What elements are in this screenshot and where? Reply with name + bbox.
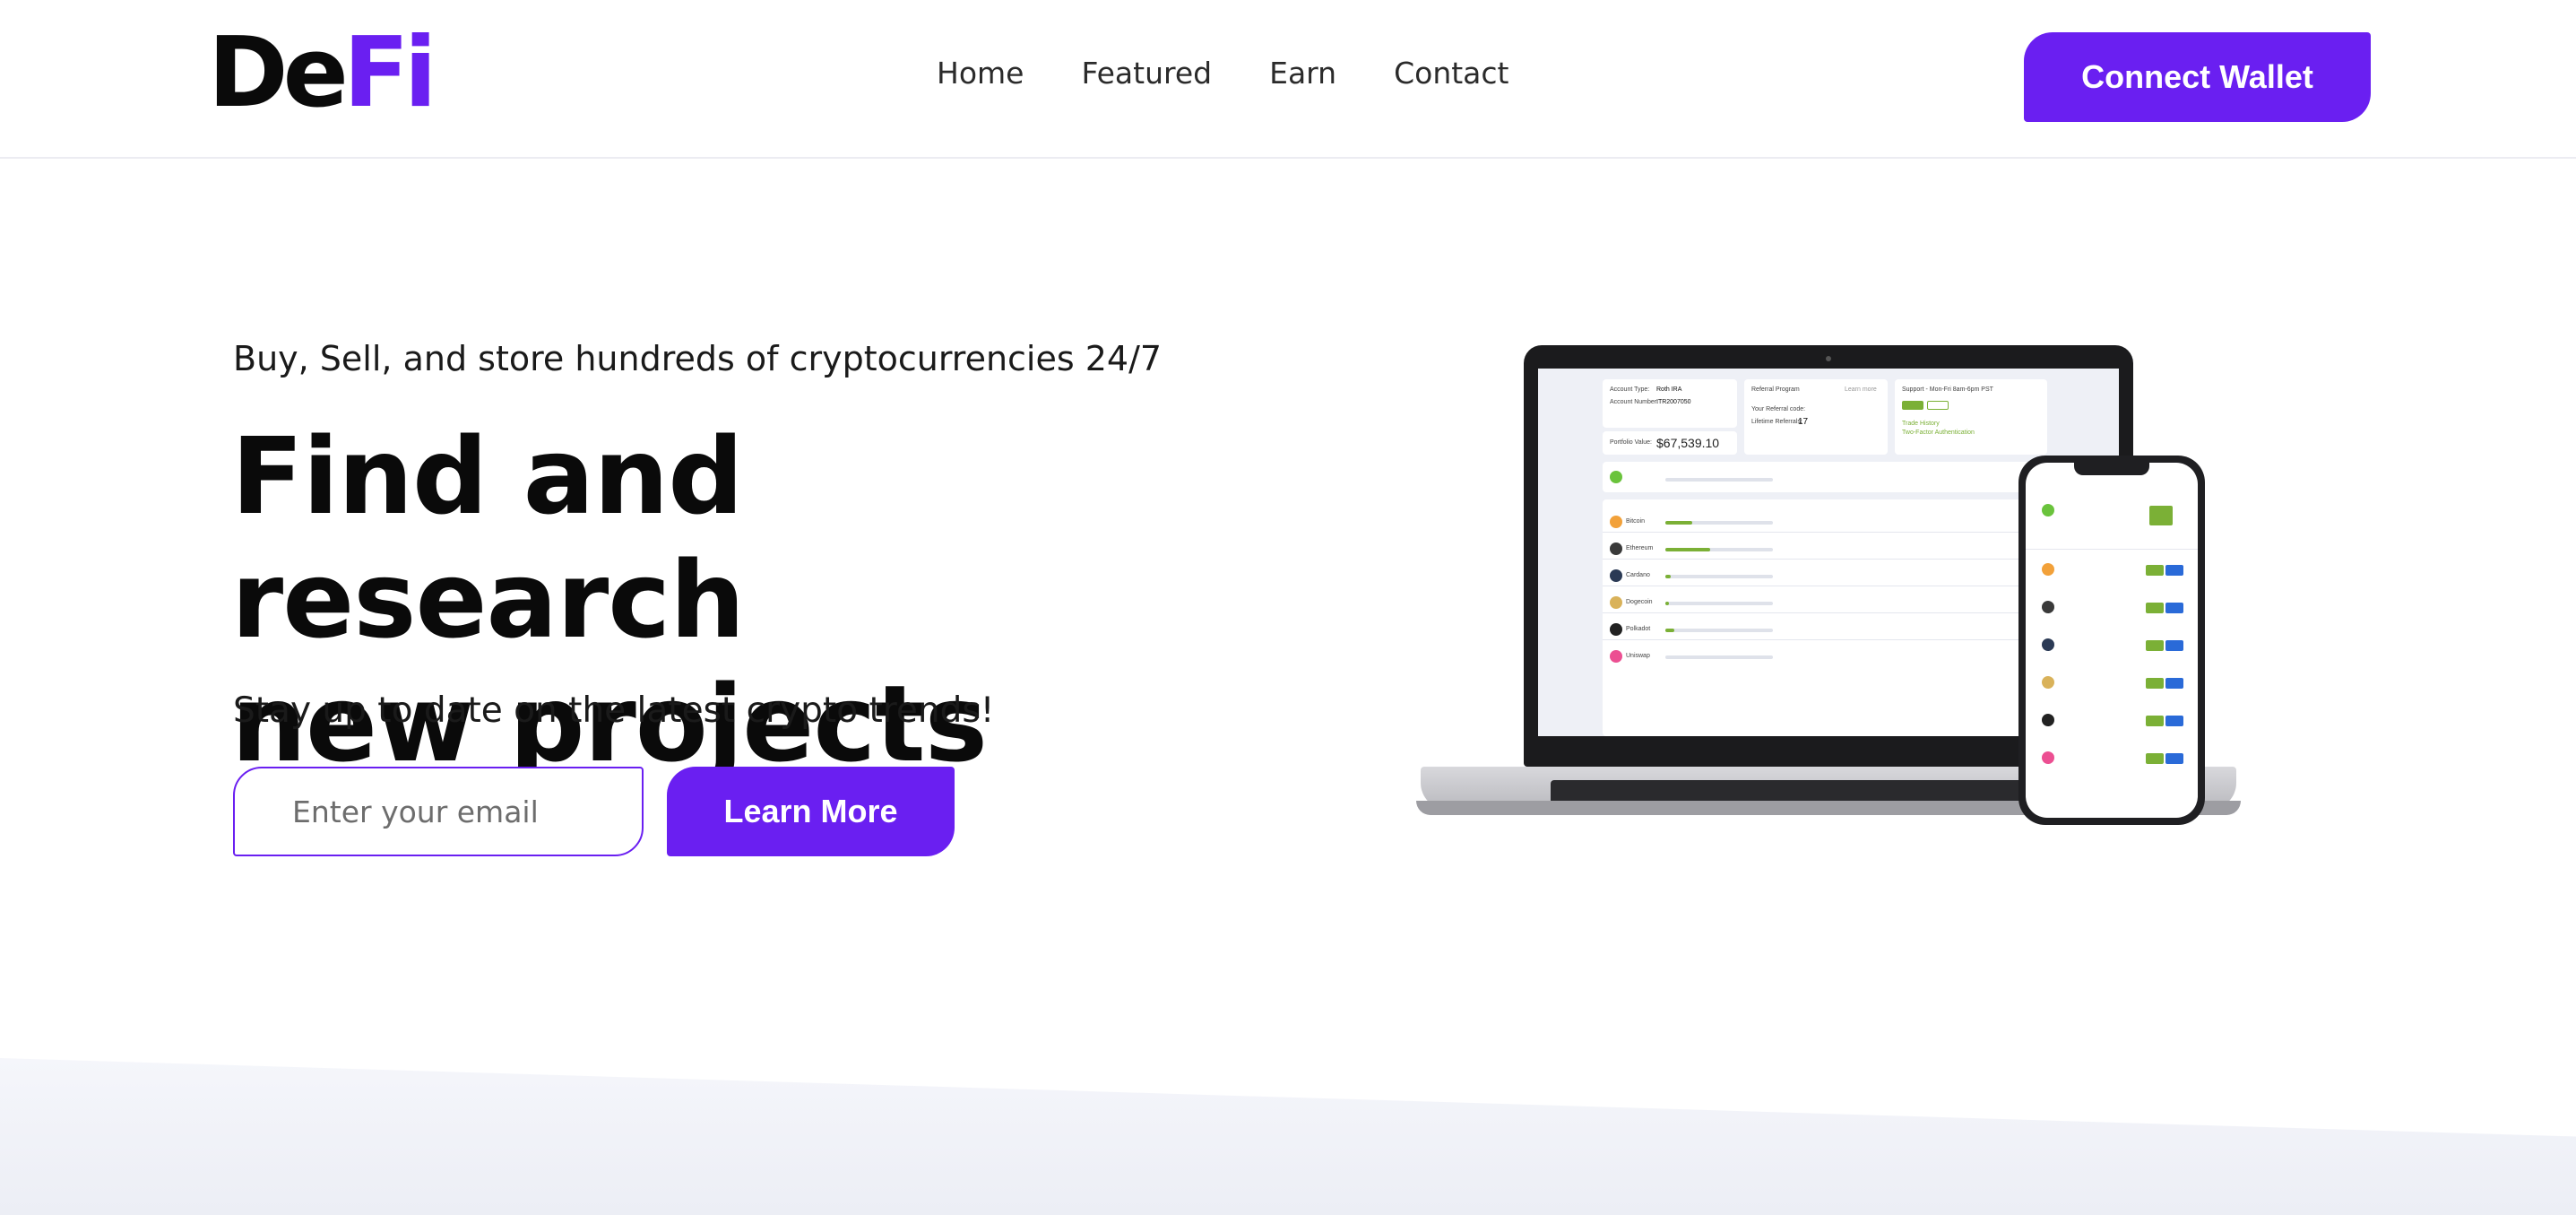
- asset-polkadot: Polkadot: [1626, 626, 1651, 632]
- phone-buy-button: [2146, 753, 2164, 764]
- dogecoin-icon: [1610, 596, 1622, 609]
- bitcoin-icon: [1610, 516, 1622, 528]
- phone-notch: [2074, 463, 2149, 475]
- dogecoin-bar-bg: [1665, 602, 1773, 605]
- email-input[interactable]: [233, 767, 644, 856]
- nav-home[interactable]: Home: [937, 56, 1024, 91]
- nav-contact[interactable]: Contact: [1394, 56, 1508, 91]
- support-outline-button: [1927, 401, 1949, 410]
- phone-dogecoin-icon: [2042, 676, 2054, 689]
- learn-more-button[interactable]: Learn More: [667, 767, 955, 856]
- support-green-button: [1902, 401, 1923, 410]
- bottom-background-wedge: [0, 1058, 2576, 1215]
- logo-part-de: De: [208, 17, 349, 129]
- phone-sell-button: [2165, 716, 2183, 726]
- portfolio-value: $67,539.10: [1656, 436, 1720, 450]
- ethereum-icon: [1610, 542, 1622, 555]
- usd-coin-icon: [1610, 471, 1622, 483]
- asset-dogecoin: Dogecoin: [1626, 599, 1653, 605]
- phone-mockup: [2018, 456, 2205, 825]
- account-type-value: Roth IRA: [1656, 386, 1682, 393]
- phone-sell-button: [2165, 603, 2183, 613]
- device-mockup-illustration: Account Type: Roth IRA Account Number: I…: [1416, 341, 2250, 879]
- phone-buy-button: [2146, 716, 2164, 726]
- ethereum-bar-fill: [1665, 548, 1710, 551]
- phone-bitcoin-icon: [2042, 563, 2054, 576]
- polkadot-bar-bg: [1665, 629, 1773, 632]
- referral-code-label: Your Referral code:: [1751, 406, 1806, 412]
- phone-ethereum-icon: [2042, 601, 2054, 613]
- phone-buy-button: [2146, 678, 2164, 689]
- lifetime-referrals-value: 17: [1798, 417, 1809, 427]
- laptop-camera: [1826, 356, 1831, 361]
- logo-part-fi: Fi: [342, 17, 437, 129]
- nav-earn[interactable]: Earn: [1269, 56, 1336, 91]
- phone-sell-button: [2165, 640, 2183, 651]
- asset-ethereum: Ethereum: [1626, 545, 1654, 551]
- cardano-bar-fill: [1665, 575, 1671, 578]
- phone-sell-button: [2165, 565, 2183, 576]
- headline-line-1: Find and research: [231, 414, 745, 662]
- referral-title: Referral Program: [1751, 386, 1800, 393]
- asset-bitcoin: Bitcoin: [1626, 518, 1646, 525]
- defi-logo[interactable]: DeFi: [208, 25, 437, 122]
- account-card: Account Type: Roth IRA Account Number: I…: [1603, 379, 1737, 428]
- portfolio-label: Portfolio Value:: [1610, 439, 1652, 446]
- support-card: Support - Mon-Fri 8am-6pm PST Trade Hist…: [1895, 379, 2047, 455]
- phone-polkadot-icon: [2042, 714, 2054, 726]
- dogecoin-bar-fill: [1665, 602, 1669, 605]
- account-number-label: Account Number:: [1610, 399, 1659, 405]
- asset-uniswap: Uniswap: [1626, 653, 1650, 659]
- two-factor-link: Two-Factor Authentication: [1902, 430, 1975, 436]
- top-navbar: DeFi Home Featured Earn Contact Connect …: [0, 0, 2576, 159]
- asset-cardano: Cardano: [1626, 572, 1650, 578]
- bitcoin-bar-fill: [1665, 521, 1692, 525]
- phone-sell-button: [2165, 753, 2183, 764]
- phone-buy-button: [2146, 603, 2164, 613]
- phone-uniswap-icon: [2042, 751, 2054, 764]
- polkadot-bar-fill: [1665, 629, 1674, 632]
- lifetime-referrals-label: Lifetime Referrals:: [1751, 419, 1802, 425]
- usd-allocation-bar: [1665, 478, 1773, 482]
- phone-buy-button: [2146, 565, 2164, 576]
- hero-tagline: Buy, Sell, and store hundreds of cryptoc…: [233, 339, 1163, 378]
- uniswap-bar-bg: [1665, 655, 1773, 659]
- phone-fund-button: [2149, 506, 2173, 525]
- phone-buy-button: [2146, 640, 2164, 651]
- phone-screen: [2026, 463, 2198, 818]
- polkadot-icon: [1610, 623, 1622, 636]
- cardano-bar-bg: [1665, 575, 1773, 578]
- main-nav: Home Featured Earn Contact: [937, 56, 1508, 91]
- referral-card: Referral Program Learn more Your Referra…: [1744, 379, 1888, 455]
- support-title: Support - Mon-Fri 8am-6pm PST: [1902, 386, 1993, 393]
- nav-featured[interactable]: Featured: [1081, 56, 1212, 91]
- account-type-label: Account Type:: [1610, 386, 1650, 393]
- hero-subhead: Stay up to date on the latest crypto tre…: [233, 690, 995, 731]
- cardano-icon: [1610, 569, 1622, 582]
- uniswap-icon: [1610, 650, 1622, 663]
- portfolio-card: Portfolio Value: $67,539.10: [1603, 431, 1737, 455]
- account-number-value: ITR2007050: [1656, 399, 1691, 405]
- referral-learn-more: Learn more: [1845, 386, 1877, 393]
- phone-sell-button: [2165, 678, 2183, 689]
- trade-history-link: Trade History: [1902, 421, 1940, 427]
- phone-usd-icon: [2042, 504, 2054, 516]
- phone-cardano-icon: [2042, 638, 2054, 651]
- connect-wallet-button[interactable]: Connect Wallet: [2024, 32, 2371, 122]
- phone-divider: [2026, 549, 2198, 550]
